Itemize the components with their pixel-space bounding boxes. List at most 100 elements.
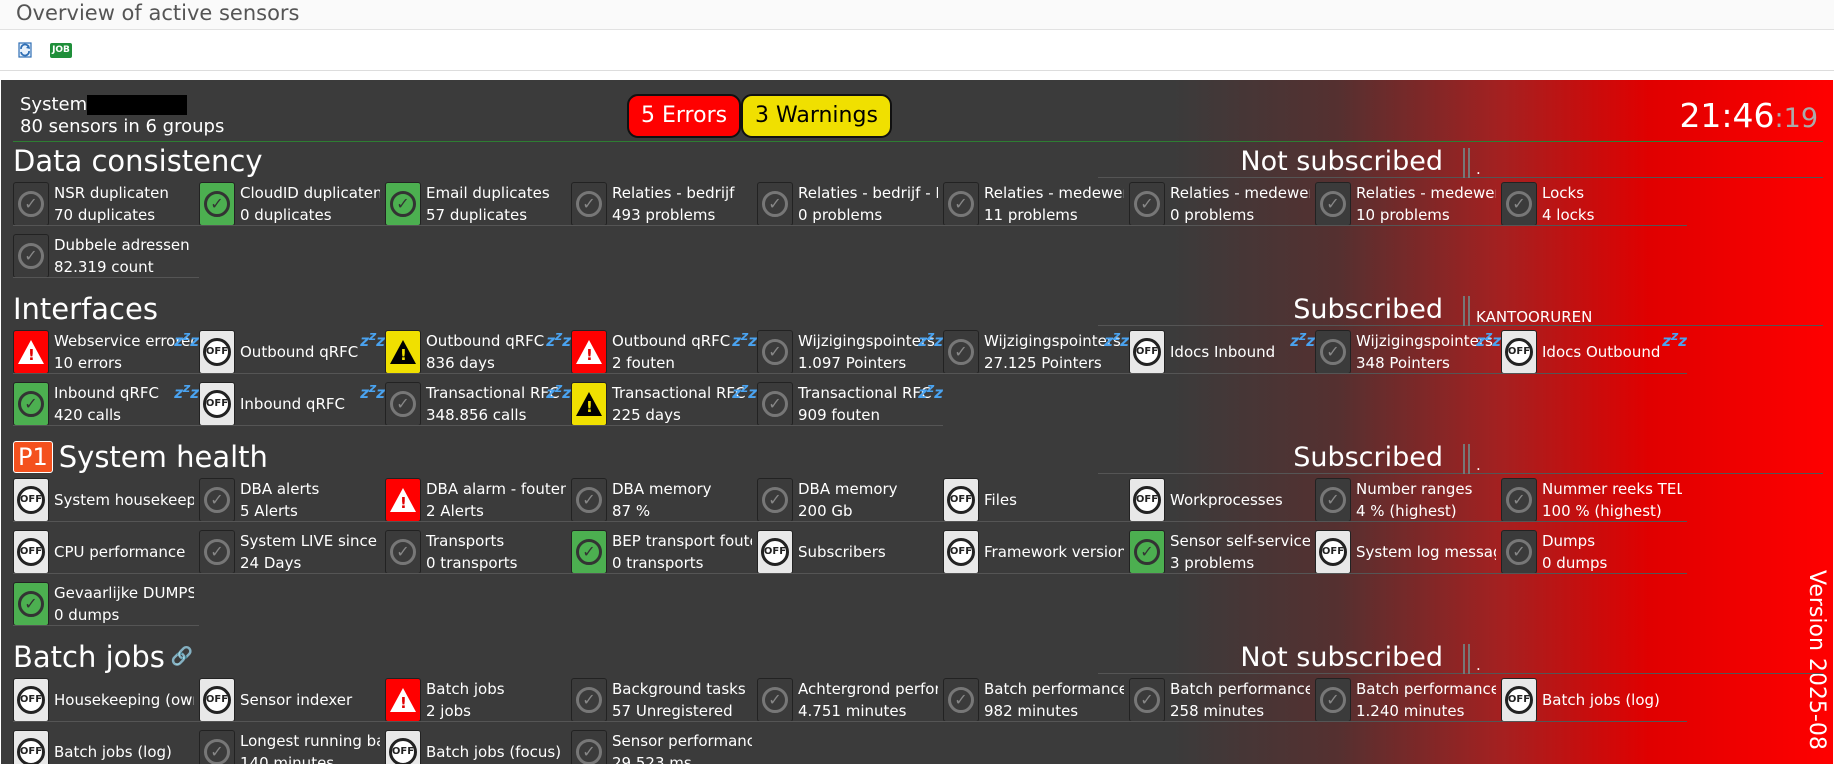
sensor-tile[interactable]: ✓ Relaties - bedrijf - NA 0 problems xyxy=(757,182,943,226)
sensor-tile[interactable]: ✓ Relaties - medewerke 0 problems xyxy=(1129,182,1315,226)
sensor-tile[interactable]: ✓ Sensor performance 29.523 ms xyxy=(571,730,757,764)
sensor-tile[interactable]: OFF Framework version ch xyxy=(943,530,1129,574)
check-circle-icon: ✓ xyxy=(390,190,416,217)
sensor-tile[interactable]: Webservice errored m 10 errors zzz xyxy=(13,330,199,374)
job-button[interactable]: JOB xyxy=(50,39,72,61)
sensor-tile[interactable]: ✓ Batch performance - 1.240 minutes xyxy=(1315,678,1501,722)
sensor-value: 57 duplicates xyxy=(426,205,528,224)
sensor-name: Relaties - medewerke xyxy=(1356,183,1496,202)
sensor-status-icon: ✓ xyxy=(757,182,793,225)
sensor-status-icon: ✓ xyxy=(943,182,979,225)
sensor-tile[interactable]: Transactional RFC 225 days zzz xyxy=(571,382,757,426)
check-circle-icon: ✓ xyxy=(576,190,602,217)
sensor-value: 0 problems xyxy=(1170,205,1255,224)
sensor-tile[interactable]: ✓ Background tasks 57 Unregistered xyxy=(571,678,757,722)
alert-triangle-icon xyxy=(390,487,416,512)
sensor-tile[interactable]: ✓ Batch performance - 258 minutes xyxy=(1129,678,1315,722)
sensor-status-icon: OFF xyxy=(199,330,235,373)
sensor-value: 70 duplicates xyxy=(54,205,156,224)
sensor-tile[interactable]: ✓ Wijzigingspointers gis 1.097 Pointers zzz xyxy=(757,330,943,374)
sensor-tile[interactable]: OFF Outbound qRFC zzz xyxy=(199,330,385,374)
sensor-name: Transactional RFC xyxy=(612,383,746,402)
sensor-tile[interactable]: ✓ NSR duplicaten 70 duplicates xyxy=(13,182,199,226)
warnings-badge[interactable]: 3 Warnings xyxy=(741,94,892,138)
sleep-icon: zzz xyxy=(546,382,571,402)
sensor-tile[interactable]: Batch jobs 2 jobs xyxy=(385,678,571,722)
sensor-tile[interactable]: Outbound qRFC 2 fouten zzz xyxy=(571,330,757,374)
sensor-tile[interactable]: ✓ Sensor self-service 3 problems xyxy=(1129,530,1315,574)
sensor-tile[interactable]: ✓ Inbound qRFC 420 calls zzz xyxy=(13,382,199,426)
subscription-status[interactable]: Subscribed KANTOORUREN xyxy=(1098,294,1823,326)
sensor-tile[interactable]: OFF Idocs Inbound zzz xyxy=(1129,330,1315,374)
sensor-name: Batch performance - xyxy=(984,679,1124,698)
sensor-tile[interactable]: ✓ Dubbele adressen 82.319 count xyxy=(13,234,199,278)
sensor-tile[interactable]: ✓ DBA memory 200 Gb xyxy=(757,478,943,522)
sensor-tile[interactable]: ✓ Relaties - medewerke 11 problems xyxy=(943,182,1129,226)
sensor-tile[interactable]: ✓ Dumps 0 dumps xyxy=(1501,530,1687,574)
sensor-tile[interactable]: ✓ Batch performance - 982 minutes xyxy=(943,678,1129,722)
sensor-tile[interactable]: ✓ Locks 4 locks xyxy=(1501,182,1687,226)
sensor-status-icon: OFF xyxy=(943,478,979,521)
sensor-tile[interactable]: Outbound qRFC 836 days zzz xyxy=(385,330,571,374)
sensor-tile[interactable]: ✓ CloudID duplicaten 0 duplicates xyxy=(199,182,385,226)
sensor-tile[interactable]: OFF Inbound qRFC zzz xyxy=(199,382,385,426)
sensor-tile[interactable]: OFF Files xyxy=(943,478,1129,522)
subscription-divider xyxy=(1463,644,1470,674)
sensor-tile[interactable]: ✓ Transactional RFC 348.856 calls zzz xyxy=(385,382,571,426)
sensor-tile[interactable]: ✓ Transports 0 transports xyxy=(385,530,571,574)
sensor-tile[interactable]: OFF Housekeeping (own) xyxy=(13,678,199,722)
sensor-name: Subscribers xyxy=(798,542,886,561)
check-circle-icon: ✓ xyxy=(390,538,416,565)
sensor-name: Batch jobs (log) xyxy=(1542,690,1660,709)
sensor-tile[interactable]: ✓ Gevaarlijke DUMPS 0 dumps xyxy=(13,582,199,626)
sensor-tile[interactable]: OFF CPU performance xyxy=(13,530,199,574)
sensor-tile[interactable]: ✓ DBA memory 87 % xyxy=(571,478,757,522)
subscription-label: Not subscribed xyxy=(1240,642,1443,673)
sensor-tile[interactable]: ✓ Relaties - medewerke 10 problems xyxy=(1315,182,1501,226)
sensor-tile[interactable]: OFF Batch jobs (log) xyxy=(13,730,199,764)
sensor-tile[interactable]: ✓ Transactional RFC 909 fouten zzz xyxy=(757,382,943,426)
sensor-tile[interactable]: OFF Subscribers xyxy=(757,530,943,574)
sensor-tile[interactable]: OFF Batch jobs (focus) xyxy=(385,730,571,764)
sensor-tile[interactable]: ✓ Longest running batc 140 minutes xyxy=(199,730,385,764)
sensor-name: Batch performance - xyxy=(1170,679,1310,698)
alert-triangle-icon xyxy=(576,339,602,364)
sleep-icon: zzz xyxy=(360,382,385,402)
sensor-tile[interactable]: ✓ Nummer reeks TELCO 100 % (highest) xyxy=(1501,478,1687,522)
sensor-tile[interactable]: ✓ Wijzigingspointers 30 27.125 Pointerszzz xyxy=(943,330,1129,374)
sensor-value: 2 Alerts xyxy=(426,501,484,520)
sensor-tile[interactable]: OFF System housekeeping xyxy=(13,478,199,522)
sensor-tile[interactable]: OFF System log messages xyxy=(1315,530,1501,574)
sensor-tile[interactable]: ✓ Email duplicates 57 duplicates xyxy=(385,182,571,226)
link-icon[interactable]: 🔗 xyxy=(171,640,193,674)
sensor-tile[interactable]: OFF Workprocesses xyxy=(1129,478,1315,522)
sleep-icon: zzz xyxy=(174,330,199,350)
sensor-value: 29.523 ms xyxy=(612,753,692,764)
sensor-name: DBA alerts xyxy=(240,479,320,498)
sensor-tile[interactable]: ✓ BEP transport fouten 0 transports xyxy=(571,530,757,574)
sensor-tile[interactable]: OFF Idocs Outbound zzz xyxy=(1501,330,1687,374)
sensor-tile[interactable]: DBA alarm - fouten 2 Alerts xyxy=(385,478,571,522)
sensor-tile[interactable]: ✓ System LIVE since 24 Days xyxy=(199,530,385,574)
sensor-name: DBA memory xyxy=(798,479,898,498)
off-icon: OFF xyxy=(17,737,45,764)
sensor-status-icon xyxy=(385,678,421,721)
errors-badge[interactable]: 5 Errors xyxy=(627,94,742,138)
sensor-tile[interactable]: ✓ DBA alerts 5 Alerts xyxy=(199,478,385,522)
subscription-status[interactable]: Not subscribed. xyxy=(1098,146,1823,178)
refresh-button[interactable] xyxy=(14,39,36,61)
sensor-tile[interactable]: ✓ Wijzigingspointers va 348 Pointers zzz xyxy=(1315,330,1501,374)
sensor-tile[interactable]: OFF Batch jobs (log) xyxy=(1501,678,1687,722)
sensor-text: Files xyxy=(979,489,1124,511)
subscription-status[interactable]: Subscribed. xyxy=(1098,442,1823,474)
check-circle-icon: ✓ xyxy=(762,686,788,713)
alert-triangle-icon xyxy=(390,339,416,364)
check-circle-icon: ✓ xyxy=(1320,190,1346,217)
sensor-tile[interactable]: OFF Sensor indexer xyxy=(199,678,385,722)
sensor-tile[interactable]: ✓ Relaties - bedrijf 493 problems xyxy=(571,182,757,226)
sensor-text: Sensor self-service 3 problems xyxy=(1165,530,1310,573)
subscription-status[interactable]: Not subscribed. xyxy=(1098,642,1823,674)
sensor-tile[interactable]: ✓ Number ranges 4 % (highest) xyxy=(1315,478,1501,522)
sensor-tile[interactable]: ✓ Achtergrond perform 4.751 minutes xyxy=(757,678,943,722)
sensor-name: Relaties - bedrijf - NA xyxy=(798,183,938,202)
